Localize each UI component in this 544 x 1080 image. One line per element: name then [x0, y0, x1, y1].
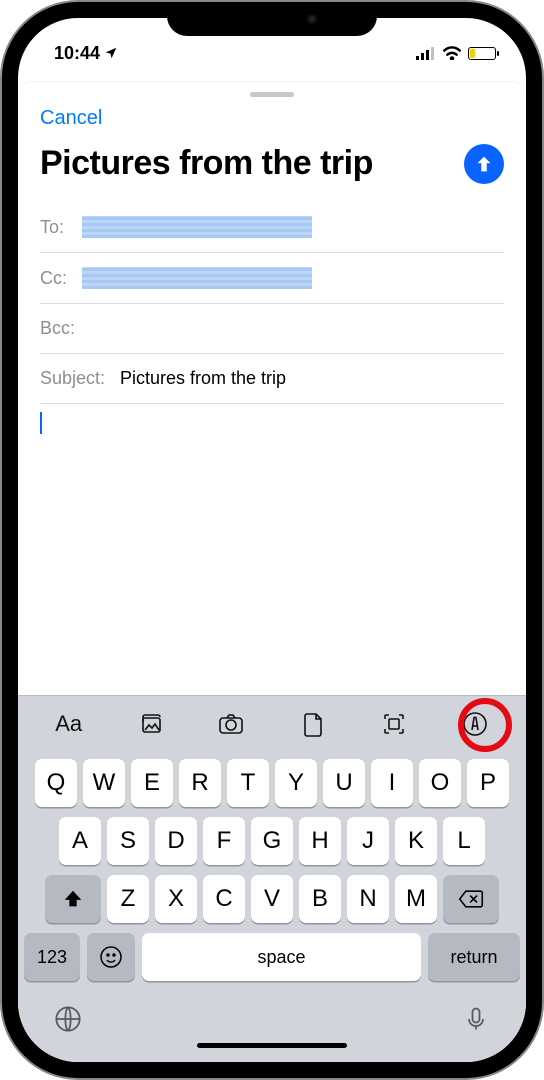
arrow-up-icon: [473, 153, 495, 175]
scan-icon: [380, 710, 408, 738]
key-n[interactable]: N: [347, 875, 389, 923]
key-row-bottom: 123 space return: [24, 933, 520, 981]
wifi-icon: [442, 46, 462, 60]
key-b[interactable]: B: [299, 875, 341, 923]
bcc-label: Bcc:: [40, 318, 75, 339]
cellular-icon: [416, 47, 436, 60]
key-p[interactable]: P: [467, 759, 509, 807]
photo-library-button[interactable]: [120, 702, 180, 746]
key-row-3: ZXCVBNM: [24, 875, 520, 923]
to-label: To:: [40, 217, 74, 238]
backspace-icon: [458, 889, 484, 909]
camera-icon: [217, 710, 245, 738]
key-q[interactable]: Q: [35, 759, 77, 807]
document-button[interactable]: [283, 702, 343, 746]
key-f[interactable]: F: [203, 817, 245, 865]
emoji-icon: [99, 945, 123, 969]
backspace-key[interactable]: [443, 875, 499, 923]
sheet-grabber[interactable]: [250, 92, 294, 97]
to-field[interactable]: To:: [40, 202, 504, 253]
document-icon: [299, 710, 327, 738]
key-c[interactable]: C: [203, 875, 245, 923]
markup-icon: [461, 710, 489, 738]
key-row-1: QWERTYUIOP: [24, 759, 520, 807]
space-key[interactable]: space: [142, 933, 421, 981]
return-key[interactable]: return: [428, 933, 520, 981]
key-o[interactable]: O: [419, 759, 461, 807]
globe-icon[interactable]: [54, 1005, 82, 1033]
key-z[interactable]: Z: [107, 875, 149, 923]
send-button[interactable]: [464, 144, 504, 184]
cc-value-redacted: [82, 267, 312, 289]
key-s[interactable]: S: [107, 817, 149, 865]
screen: 10:44 Cancel Pictures from the trip: [18, 18, 526, 1062]
shift-key[interactable]: [45, 875, 101, 923]
key-g[interactable]: G: [251, 817, 293, 865]
cc-label: Cc:: [40, 268, 74, 289]
key-i[interactable]: I: [371, 759, 413, 807]
key-row-2: ASDFGHJKL: [24, 817, 520, 865]
key-m[interactable]: M: [395, 875, 437, 923]
scan-button[interactable]: [364, 702, 424, 746]
body-input[interactable]: [18, 404, 526, 695]
format-button[interactable]: Aa: [39, 702, 99, 746]
key-j[interactable]: J: [347, 817, 389, 865]
key-a[interactable]: A: [59, 817, 101, 865]
subject-field[interactable]: Subject: Pictures from the trip: [40, 354, 504, 404]
emoji-key[interactable]: [87, 933, 135, 981]
cc-field[interactable]: Cc:: [40, 253, 504, 304]
compose-title: Pictures from the trip: [40, 145, 373, 182]
shift-icon: [62, 888, 84, 910]
subject-value: Pictures from the trip: [120, 368, 286, 389]
markup-button[interactable]: [445, 702, 505, 746]
battery-icon: [468, 47, 496, 60]
key-l[interactable]: L: [443, 817, 485, 865]
bcc-field[interactable]: Bcc:: [40, 304, 504, 354]
key-x[interactable]: X: [155, 875, 197, 923]
compose-sheet: Cancel Pictures from the trip To: Cc:: [18, 82, 526, 1062]
key-r[interactable]: R: [179, 759, 221, 807]
key-t[interactable]: T: [227, 759, 269, 807]
key-y[interactable]: Y: [275, 759, 317, 807]
mic-icon[interactable]: [462, 1005, 490, 1033]
to-value-redacted: [82, 216, 312, 238]
key-k[interactable]: K: [395, 817, 437, 865]
status-time: 10:44: [54, 43, 100, 64]
keyboard: QWERTYUIOP ASDFGHJKL ZXCVBNM 123: [18, 751, 526, 1062]
key-h[interactable]: H: [299, 817, 341, 865]
key-w[interactable]: W: [83, 759, 125, 807]
camera-button[interactable]: [201, 702, 261, 746]
subject-label: Subject:: [40, 368, 112, 389]
cancel-button[interactable]: Cancel: [40, 107, 102, 129]
location-icon: [104, 46, 118, 60]
key-v[interactable]: V: [251, 875, 293, 923]
key-d[interactable]: D: [155, 817, 197, 865]
photo-library-icon: [136, 710, 164, 738]
keyboard-footer: [24, 991, 520, 1043]
home-indicator[interactable]: [197, 1043, 347, 1048]
key-e[interactable]: E: [131, 759, 173, 807]
notch: [167, 2, 377, 36]
keyboard-toolbar: Aa: [18, 695, 526, 751]
phone-frame: 10:44 Cancel Pictures from the trip: [2, 2, 542, 1078]
text-cursor: [40, 412, 42, 434]
numbers-key[interactable]: 123: [24, 933, 80, 981]
key-u[interactable]: U: [323, 759, 365, 807]
